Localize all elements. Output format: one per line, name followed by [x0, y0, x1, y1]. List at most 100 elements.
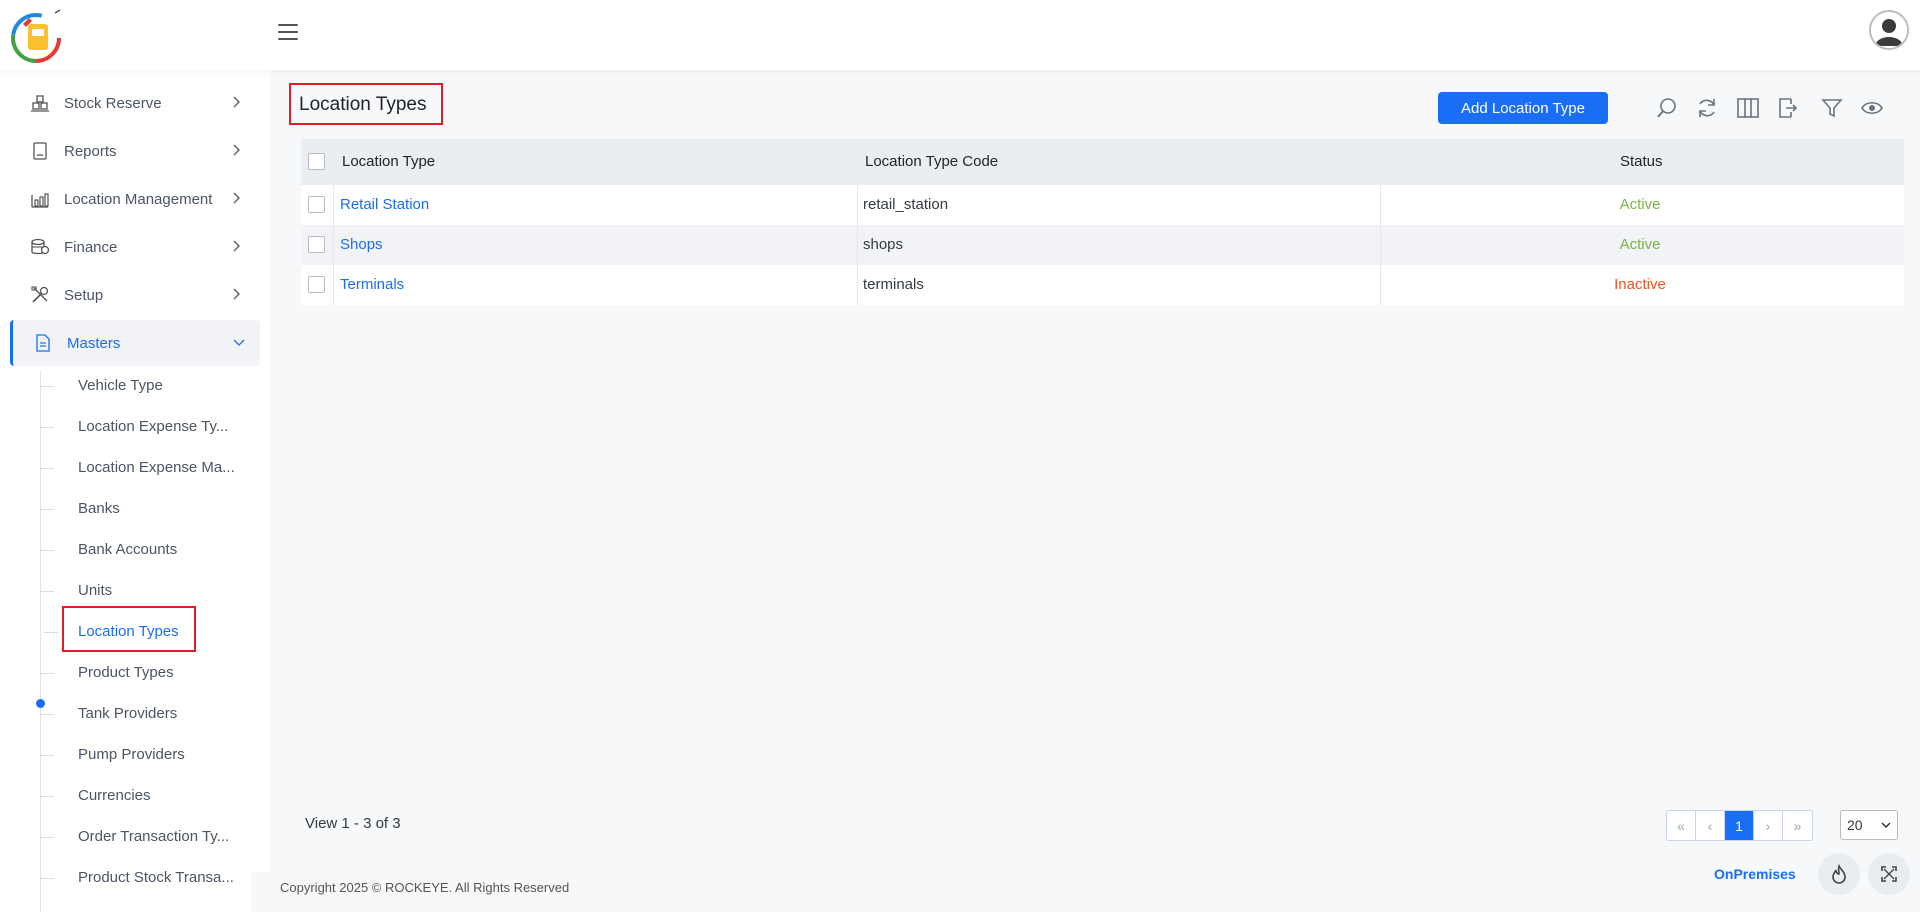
submenu-item-order-transaction-types[interactable]: Order Transaction Ty... — [78, 828, 229, 845]
submenu-tick — [40, 755, 54, 756]
chevron-right-icon — [233, 96, 240, 108]
document-icon — [36, 334, 50, 352]
copyright-text: Copyright 2025 © ROCKEYE. All Rights Res… — [280, 880, 570, 895]
submenu-tick — [40, 509, 54, 510]
filter-icon[interactable] — [1820, 96, 1844, 120]
sidebar-item-reports[interactable]: Reports — [10, 128, 260, 174]
chevron-down-icon — [233, 339, 245, 346]
submenu-tick — [40, 714, 54, 715]
next-page-button[interactable]: › — [1754, 811, 1783, 840]
row-checkbox[interactable] — [308, 236, 325, 253]
submenu-tick — [44, 632, 58, 633]
select-all-checkbox[interactable] — [308, 153, 325, 170]
submenu-item-tank-providers[interactable]: Tank Providers — [78, 705, 177, 722]
submenu-item-banks[interactable]: Banks — [78, 500, 120, 517]
submenu-item-bank-accounts[interactable]: Bank Accounts — [78, 541, 177, 558]
submenu-tick — [40, 386, 54, 387]
chevron-down-icon — [1881, 822, 1891, 829]
pagination: « ‹ 1 › » — [1666, 810, 1813, 841]
location-type-link[interactable]: Terminals — [340, 276, 404, 293]
user-avatar-icon[interactable] — [1869, 10, 1909, 50]
sidebar-item-label: Reports — [64, 142, 117, 160]
submenu-item-location-expense-mapping[interactable]: Location Expense Ma... — [78, 459, 235, 476]
submenu-tick — [40, 591, 54, 592]
submenu-item-location-types[interactable]: Location Types — [78, 623, 179, 640]
location-type-code: shops — [863, 236, 904, 253]
submenu-tick — [40, 837, 54, 838]
submenu-line — [40, 370, 41, 912]
column-header-location-type[interactable]: Location Type — [342, 153, 435, 170]
hamburger-icon[interactable] — [278, 24, 298, 42]
sidebar-item-finance[interactable]: Finance — [10, 224, 260, 270]
sidebar-item-label: Masters — [67, 334, 121, 352]
table-row[interactable]: Shops shops Active — [301, 225, 1904, 265]
add-location-type-button[interactable]: Add Location Type — [1438, 92, 1608, 124]
coins-icon — [31, 238, 50, 255]
chevron-right-icon — [233, 192, 240, 204]
submenu-tick — [40, 427, 54, 428]
submenu-item-product-types[interactable]: Product Types — [78, 664, 174, 681]
table-row[interactable]: Retail Station retail_station Active — [301, 185, 1904, 225]
sidebar-item-location-management[interactable]: Location Management — [10, 176, 260, 222]
row-checkbox[interactable] — [308, 196, 325, 213]
fullscreen-button[interactable] — [1868, 853, 1910, 895]
page-size-value: 20 — [1847, 817, 1863, 833]
report-icon — [33, 142, 47, 160]
sidebar-item-stock-reserve[interactable]: Stock Reserve — [10, 80, 260, 126]
warehouse-icon — [31, 95, 49, 112]
submenu-tick — [40, 878, 54, 879]
submenu-tick — [40, 550, 54, 551]
sidebar-item-label: Setup — [64, 286, 104, 304]
flame-button[interactable] — [1818, 853, 1860, 895]
column-divider — [857, 185, 858, 305]
page-number-button[interactable]: 1 — [1725, 811, 1754, 840]
fuel-logo-icon[interactable] — [8, 8, 64, 64]
submenu-item-product-stock-transactions[interactable]: Product Stock Transa... — [78, 869, 234, 886]
sidebar: Stock Reserve Reports Location Managemen… — [0, 70, 270, 912]
submenu-tick — [40, 796, 54, 797]
sidebar-item-label: Location Management — [64, 190, 213, 208]
submenu-item-location-expense-types[interactable]: Location Expense Ty... — [78, 418, 228, 435]
tools-icon — [31, 286, 49, 303]
record-count: View 1 - 3 of 3 — [305, 815, 401, 832]
fullscreen-icon — [1881, 866, 1897, 882]
active-indicator-dot — [36, 699, 45, 708]
table-header: Location Type Location Type Code Status — [301, 139, 1904, 185]
page-size-select[interactable]: 20 — [1840, 810, 1898, 840]
column-header-status[interactable]: Status — [1620, 153, 1663, 170]
top-bar — [0, 0, 1920, 70]
submenu-tick — [40, 673, 54, 674]
status-badge: Active — [1619, 236, 1661, 253]
column-header-location-type-code[interactable]: Location Type Code — [865, 153, 998, 170]
chevron-right-icon — [233, 288, 240, 300]
refresh-icon[interactable] — [1695, 96, 1719, 120]
status-badge: Active — [1619, 196, 1661, 213]
last-page-button[interactable]: » — [1783, 811, 1812, 840]
prev-page-button[interactable]: ‹ — [1696, 811, 1725, 840]
status-badge: Inactive — [1614, 276, 1666, 293]
submenu-item-pump-providers[interactable]: Pump Providers — [78, 746, 185, 763]
submenu-item-vehicle-type[interactable]: Vehicle Type — [78, 377, 163, 394]
sidebar-item-label: Stock Reserve — [64, 94, 162, 112]
location-chart-icon — [31, 193, 49, 208]
deployment-mode-link[interactable]: OnPremises — [1714, 866, 1796, 882]
first-page-button[interactable]: « — [1667, 811, 1696, 840]
chevron-right-icon — [233, 240, 240, 252]
location-type-code: terminals — [863, 276, 924, 293]
row-checkbox[interactable] — [308, 276, 325, 293]
search-icon[interactable] — [1655, 96, 1679, 120]
location-type-code: retail_station — [863, 196, 949, 213]
export-icon[interactable] — [1776, 96, 1800, 120]
sidebar-item-setup[interactable]: Setup — [10, 272, 260, 318]
submenu-item-currencies[interactable]: Currencies — [78, 787, 151, 804]
columns-icon[interactable] — [1736, 96, 1760, 120]
location-type-link[interactable]: Retail Station — [340, 196, 429, 213]
location-type-link[interactable]: Shops — [340, 236, 383, 253]
submenu-tick — [40, 468, 54, 469]
sidebar-item-masters[interactable]: Masters — [10, 320, 260, 366]
eye-icon[interactable] — [1860, 96, 1884, 120]
table-row[interactable]: Terminals terminals Inactive — [301, 265, 1904, 305]
submenu-item-units[interactable]: Units — [78, 582, 112, 599]
chevron-right-icon — [233, 144, 240, 156]
column-divider — [333, 185, 334, 305]
